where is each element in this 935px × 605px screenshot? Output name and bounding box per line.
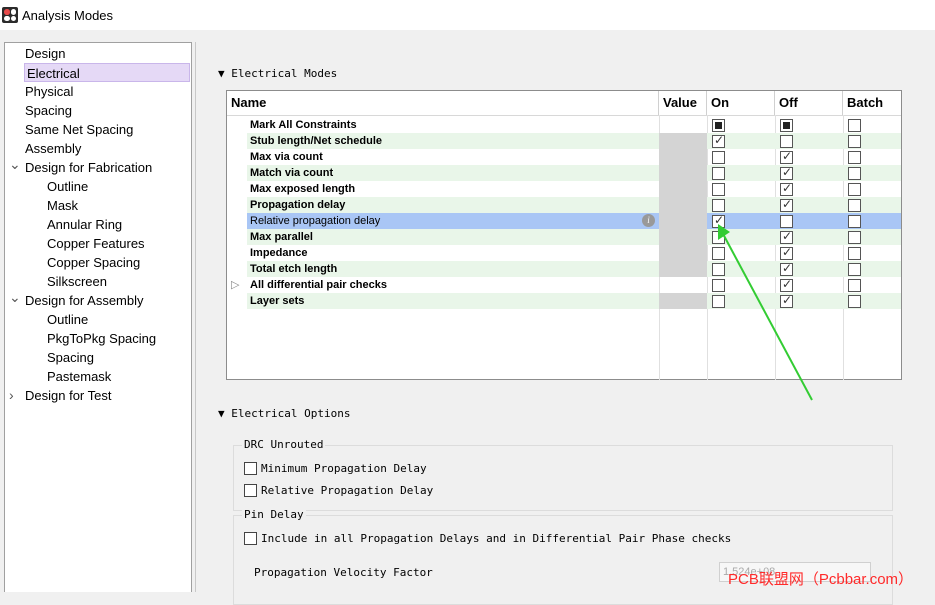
annotation-arrow bbox=[718, 224, 813, 401]
watermark: PCB联盟网（Pcbbar.com） bbox=[728, 571, 914, 588]
arrow-shaft bbox=[721, 231, 813, 401]
